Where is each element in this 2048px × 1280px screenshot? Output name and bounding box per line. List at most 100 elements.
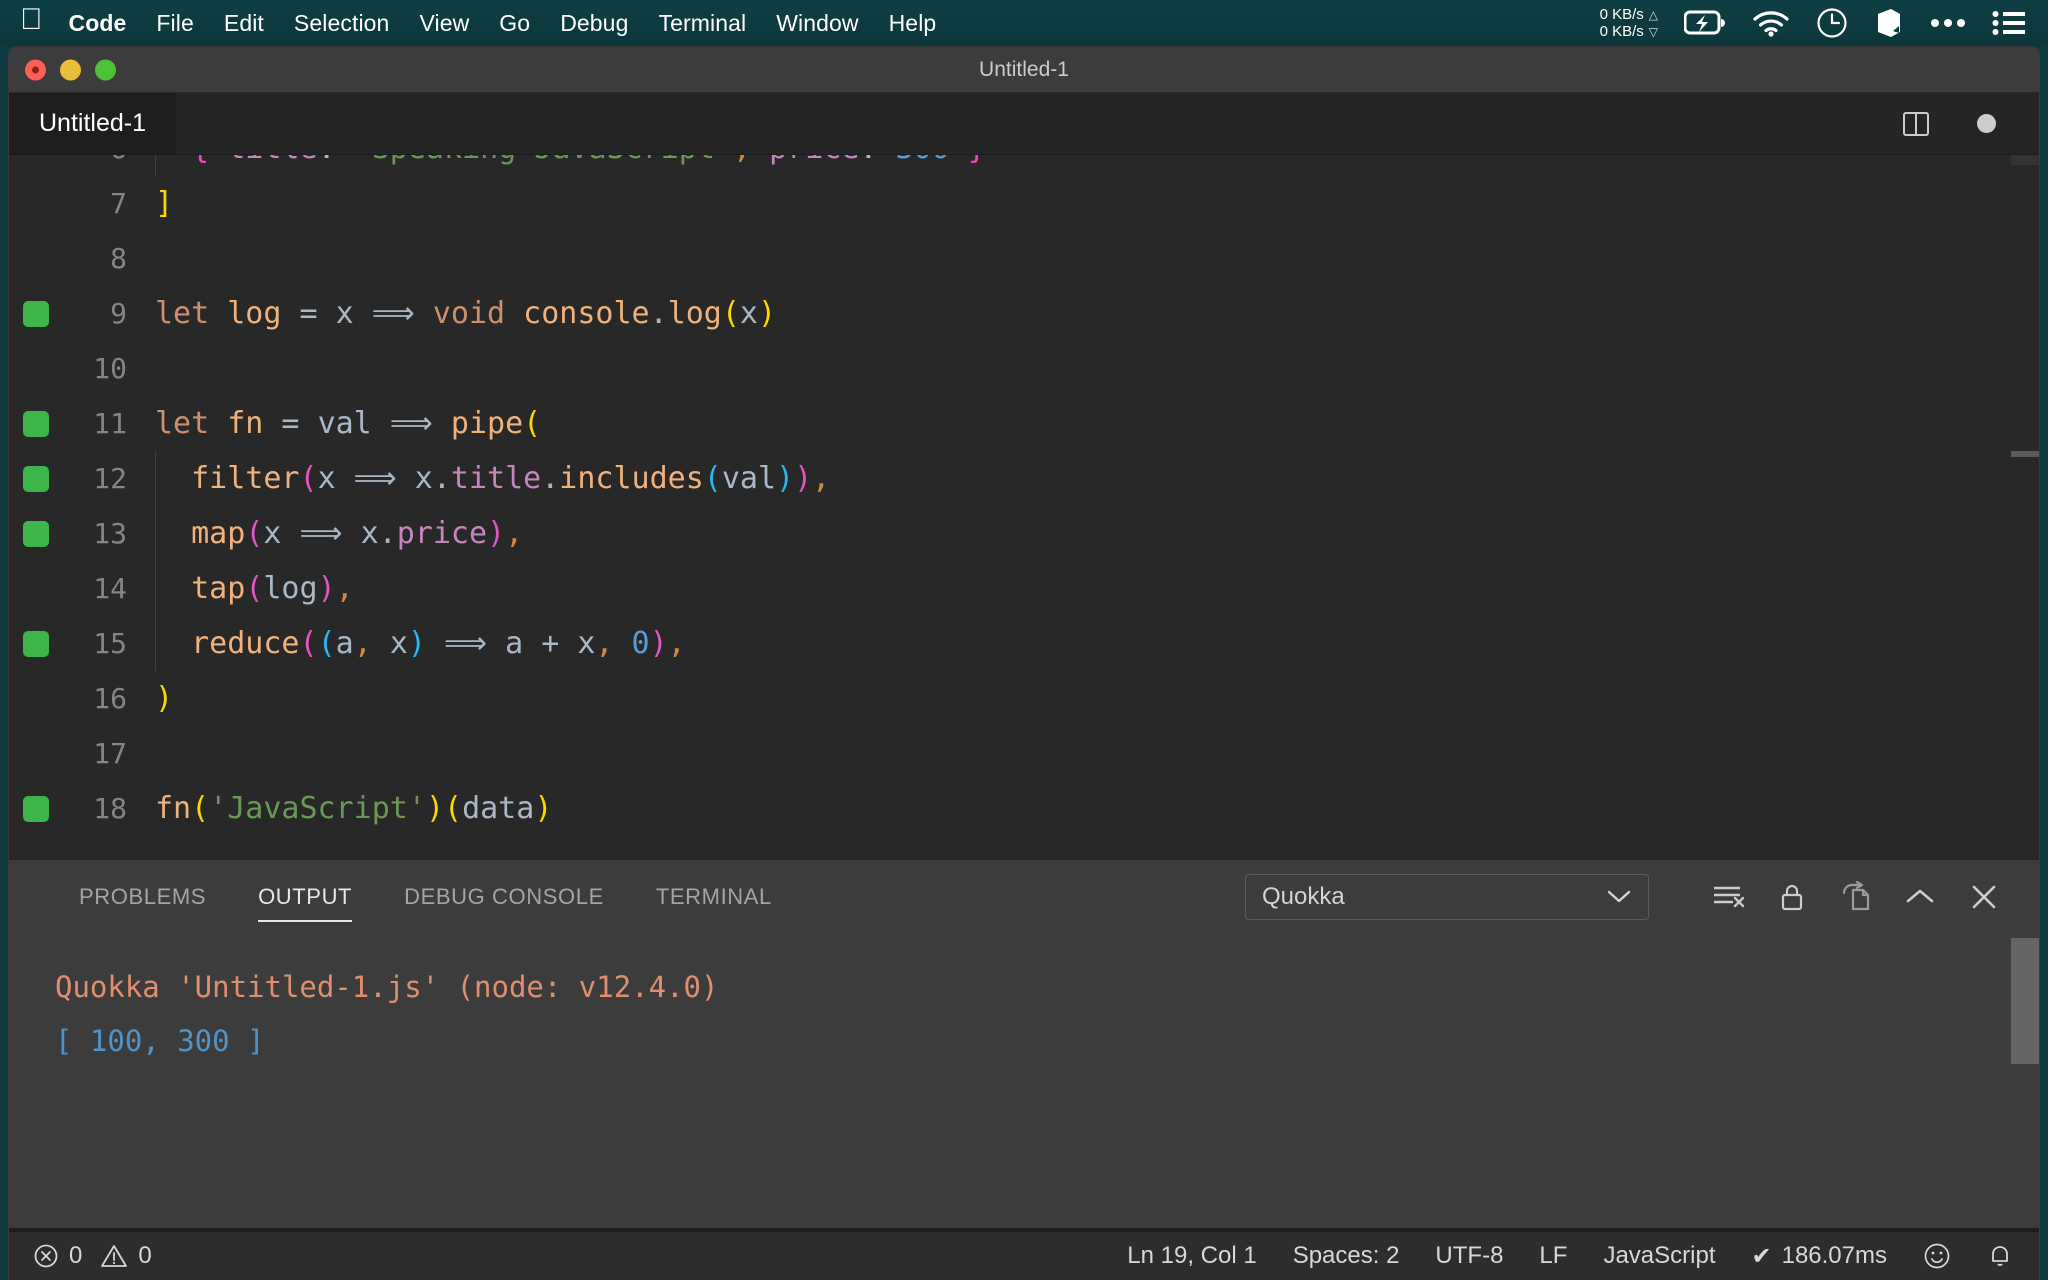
- code-token: ,: [354, 626, 372, 661]
- code-token: [155, 155, 191, 166]
- apple-logo-icon[interactable]: : [20, 5, 43, 35]
- close-panel-icon[interactable]: [1955, 868, 2013, 926]
- menu-item-terminal[interactable]: Terminal: [658, 10, 746, 37]
- panel-tab-terminal[interactable]: TERMINAL: [630, 860, 798, 934]
- code-token: a + x: [505, 626, 595, 661]
- code-line[interactable]: 7]: [9, 176, 2039, 231]
- line-gutter: 10: [9, 341, 149, 396]
- line-gutter: 13: [9, 506, 149, 561]
- code-text: ): [149, 681, 173, 716]
- code-token: [155, 461, 191, 496]
- code-editor[interactable]: 6 { title: 'Speaking JavaScript', price:…: [9, 155, 2039, 860]
- editor-scrollbar[interactable]: [2011, 155, 2039, 860]
- zoom-button[interactable]: [95, 59, 116, 80]
- battery-charging-icon[interactable]: [1684, 10, 1726, 36]
- clock-icon[interactable]: [1816, 7, 1848, 39]
- open-in-editor-icon[interactable]: [1827, 868, 1885, 926]
- line-number: 18: [93, 792, 127, 825]
- download-arrow-icon: ▽: [1649, 24, 1658, 40]
- code-line[interactable]: 9let log = x ⟹ void console.log(x): [9, 286, 2039, 341]
- code-line[interactable]: 6 { title: 'Speaking JavaScript', price:…: [9, 155, 2039, 176]
- code-token: {: [191, 155, 209, 166]
- code-token: ⟹: [426, 626, 505, 661]
- status-cursor-position[interactable]: Ln 19, Col 1: [1127, 1242, 1256, 1270]
- status-language-mode[interactable]: JavaScript: [1603, 1242, 1715, 1270]
- panel-scrollbar-thumb[interactable]: [2011, 938, 2039, 1064]
- code-token: (: [245, 516, 263, 551]
- code-line[interactable]: 11let fn = val ⟹ pipe(: [9, 396, 2039, 451]
- code-token: [155, 626, 191, 661]
- box-icon[interactable]: [1874, 7, 1904, 39]
- menu-item-help[interactable]: Help: [889, 10, 937, 37]
- line-number: 17: [93, 737, 127, 770]
- split-editor-icon[interactable]: [1901, 109, 1931, 139]
- code-token: 0: [632, 626, 650, 661]
- status-encoding[interactable]: UTF-8: [1435, 1242, 1503, 1270]
- code-token: console: [523, 296, 649, 331]
- code-line[interactable]: 10: [9, 341, 2039, 396]
- notifications-bell-icon[interactable]: [1987, 1242, 2013, 1270]
- tab-untitled-1[interactable]: Untitled-1: [9, 93, 177, 154]
- code-token: [209, 155, 227, 166]
- code-line[interactable]: 13 map(x ⟹ x.price),: [9, 506, 2039, 561]
- close-button[interactable]: [25, 59, 46, 80]
- quokka-coverage-marker-icon: [23, 301, 49, 327]
- code-text: ]: [149, 186, 173, 221]
- menu-item-go[interactable]: Go: [499, 10, 530, 37]
- code-line[interactable]: 8: [9, 231, 2039, 286]
- warning-icon: [100, 1243, 128, 1269]
- error-icon: [33, 1243, 59, 1269]
- lock-scroll-icon[interactable]: [1763, 868, 1821, 926]
- panel-tab-output[interactable]: OUTPUT: [232, 860, 378, 934]
- panel-tab-debug-console[interactable]: DEBUG CONSOLE: [378, 860, 630, 934]
- quokka-coverage-marker-icon: [23, 466, 49, 492]
- line-gutter: 17: [9, 726, 149, 781]
- code-token: ): [426, 791, 444, 826]
- line-gutter: 7: [9, 176, 149, 231]
- status-bar-right: Ln 19, Col 1 Spaces: 2 UTF-8 LF JavaScri…: [1127, 1242, 2039, 1271]
- output-content[interactable]: Quokka 'Untitled-1.js' (node: v12.4.0)[ …: [9, 934, 2039, 1068]
- quokka-coverage-marker-icon: [23, 631, 49, 657]
- code-line[interactable]: 14 tap(log),: [9, 561, 2039, 616]
- control-center-list-icon[interactable]: [1992, 10, 2026, 36]
- bottom-panel: PROBLEMSOUTPUTDEBUG CONSOLETERMINAL Quok…: [9, 860, 2039, 1228]
- code-line[interactable]: 18fn('JavaScript')(data): [9, 781, 2039, 836]
- code-token: ): [487, 516, 505, 551]
- code-line[interactable]: 17: [9, 726, 2039, 781]
- menu-item-code[interactable]: Code: [69, 10, 127, 37]
- code-token: [209, 406, 227, 441]
- code-line[interactable]: 16): [9, 671, 2039, 726]
- wifi-icon[interactable]: [1752, 9, 1790, 37]
- menu-item-selection[interactable]: Selection: [294, 10, 390, 37]
- network-speed-indicator[interactable]: 0 KB/s 0 KB/s △ ▽: [1600, 6, 1658, 40]
- code-token: .: [379, 516, 397, 551]
- code-token: fn: [227, 406, 263, 441]
- menu-item-window[interactable]: Window: [776, 10, 858, 37]
- code-token: ): [650, 626, 668, 661]
- code-token: let: [155, 296, 209, 331]
- code-token: (: [300, 461, 318, 496]
- menu-item-debug[interactable]: Debug: [560, 10, 628, 37]
- status-eol[interactable]: LF: [1539, 1242, 1567, 1270]
- code-line[interactable]: 12 filter(x ⟹ x.title.includes(val)),: [9, 451, 2039, 506]
- code-token: a: [336, 626, 354, 661]
- clear-output-icon[interactable]: [1699, 868, 1757, 926]
- menu-item-file[interactable]: File: [156, 10, 193, 37]
- maximize-panel-icon[interactable]: [1891, 868, 1949, 926]
- status-problems[interactable]: 0 0: [33, 1242, 152, 1270]
- feedback-smiley-icon[interactable]: [1923, 1242, 1951, 1270]
- menu-item-edit[interactable]: Edit: [224, 10, 264, 37]
- menu-item-view[interactable]: View: [419, 10, 469, 37]
- code-token: title: [451, 461, 541, 496]
- output-channel-select[interactable]: Quokka: [1245, 874, 1649, 920]
- panel-tab-problems[interactable]: PROBLEMS: [53, 860, 232, 934]
- status-indentation[interactable]: Spaces: 2: [1293, 1242, 1400, 1270]
- code-line[interactable]: 15 reduce((a, x) ⟹ a + x, 0),: [9, 616, 2039, 671]
- indent-guide: [155, 451, 156, 506]
- ellipsis-icon[interactable]: [1930, 17, 1966, 29]
- status-quokka-time[interactable]: ✔ 186.07ms: [1751, 1242, 1887, 1271]
- minimize-button[interactable]: [60, 59, 81, 80]
- code-token: ]: [155, 186, 173, 221]
- unsaved-dot-icon[interactable]: [1971, 109, 2001, 139]
- editor-scrollbar-thumb[interactable]: [2011, 451, 2039, 457]
